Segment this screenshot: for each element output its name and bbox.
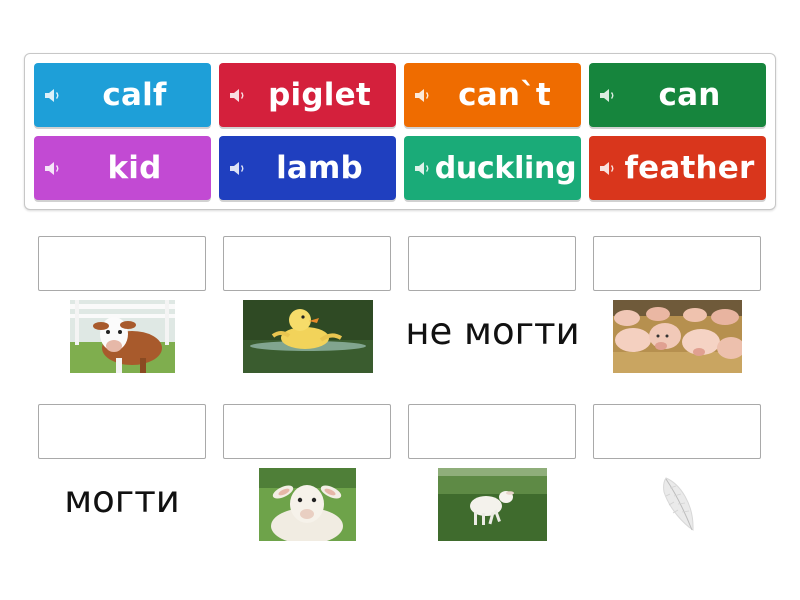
lamb-photo bbox=[438, 468, 547, 541]
tile-can[interactable]: can bbox=[589, 63, 766, 127]
drop-slot-6[interactable] bbox=[223, 404, 391, 459]
speaker-icon[interactable] bbox=[44, 162, 62, 175]
drop-slot-1[interactable] bbox=[38, 236, 206, 291]
speaker-icon[interactable] bbox=[599, 89, 617, 102]
tile-calf[interactable]: calf bbox=[34, 63, 211, 127]
clue-text-can: могти bbox=[64, 478, 180, 521]
drop-slot-4[interactable] bbox=[593, 236, 761, 291]
piglets-photo bbox=[613, 300, 742, 373]
speaker-icon[interactable] bbox=[414, 89, 432, 102]
drop-slot-8[interactable] bbox=[593, 404, 761, 459]
word-bank: calf piglet can`t can kid lamb duckling … bbox=[24, 53, 776, 210]
drop-slot-5[interactable] bbox=[38, 404, 206, 459]
speaker-icon[interactable] bbox=[229, 162, 247, 175]
tile-feather[interactable]: feather bbox=[589, 136, 766, 200]
speaker-icon[interactable] bbox=[44, 89, 62, 102]
speaker-icon[interactable] bbox=[599, 162, 617, 175]
tile-cant[interactable]: can`t bbox=[404, 63, 581, 127]
speaker-icon[interactable] bbox=[414, 162, 432, 175]
goat-kid-photo bbox=[259, 468, 356, 541]
drop-slot-2[interactable] bbox=[223, 236, 391, 291]
calf-photo bbox=[70, 300, 175, 373]
speaker-icon[interactable] bbox=[229, 89, 247, 102]
drop-slot-7[interactable] bbox=[408, 404, 576, 459]
tile-duckling[interactable]: duckling bbox=[404, 136, 581, 200]
clue-text-cannot: не могти bbox=[405, 310, 580, 353]
tile-kid[interactable]: kid bbox=[34, 136, 211, 200]
drop-slot-3[interactable] bbox=[408, 236, 576, 291]
duckling-photo bbox=[243, 300, 373, 373]
tile-piglet[interactable]: piglet bbox=[219, 63, 396, 127]
feather-photo bbox=[650, 470, 705, 536]
tile-lamb[interactable]: lamb bbox=[219, 136, 396, 200]
